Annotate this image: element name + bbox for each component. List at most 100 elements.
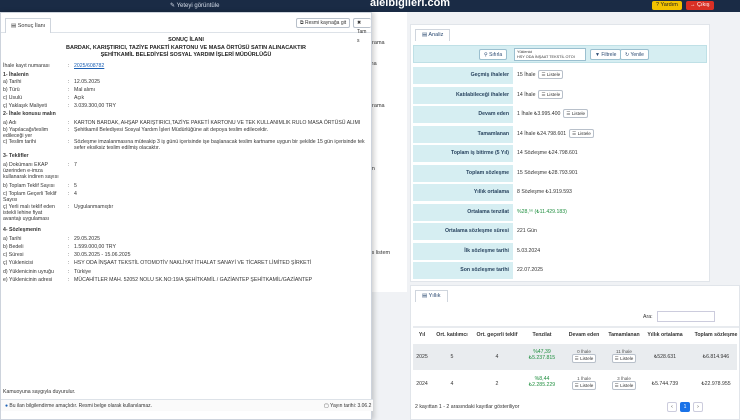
logout-button[interactable]: → Çıkış (686, 1, 714, 10)
row-key: c) Süresi (3, 252, 24, 258)
next-page-button[interactable]: › (693, 402, 703, 412)
row-colon: : (68, 204, 70, 210)
disclaimer: ● Bu ilan bilgilendirme amaçlıdır. Resmi… (5, 403, 152, 409)
tab-yearly[interactable]: ▤ Yıllık (415, 290, 448, 302)
stat-value: 15 İhale (517, 72, 536, 78)
list-button[interactable]: ☰ Listele (611, 381, 637, 390)
row-colon: : (68, 277, 70, 283)
list-button-label: Listele (580, 356, 594, 361)
table-cell: ₺5.744.739 (645, 381, 685, 387)
help-button[interactable]: ? Yardım (652, 1, 682, 10)
prev-page-button[interactable]: ‹ (667, 402, 677, 412)
list-button[interactable]: ☰ Listele (563, 109, 589, 119)
table-cell: 4 (475, 354, 519, 360)
row-colon: : (68, 269, 70, 275)
notice-title: SONUÇ İLANI BARDAK, KARIŞTIRICI, TAZİYE … (1, 37, 371, 60)
tab-label: Sonuç İlanı (17, 23, 46, 29)
row-value: 29.05.2025 (74, 236, 100, 242)
list-button-label: Listele (571, 111, 586, 117)
publish-date-text: Yayın tarihi: 3.06.2 (330, 403, 372, 409)
stat-label: Devam eden (413, 106, 513, 123)
tab-analysis[interactable]: ▤ Analiz (415, 29, 451, 41)
row-key: b) Yapılacağı/teslim edileceği yer (3, 127, 49, 139)
reset-button[interactable]: ⚲ Sıfırla (479, 49, 508, 60)
stat-row: Tamamlanan 14 İhale ₺24.798.601 ☰ Listele (413, 125, 707, 143)
stat-label: İlk sözleşme tarihi (413, 242, 513, 260)
row-value: Mal alımı (74, 87, 96, 93)
list-button[interactable]: ☰ Listele (571, 381, 597, 390)
stat-value-wrap: 15 İhale ☰ Listele (517, 67, 564, 84)
column-header[interactable]: Ort. katılımcı (435, 332, 469, 338)
list-button-label: Listele (546, 91, 561, 97)
row-value: 30.05.2025 - 15.06.2025 (74, 252, 131, 258)
row-key: a) Adı (3, 120, 17, 126)
calendar-icon: ▢ (324, 403, 329, 409)
row-key: c) Teslim tarihi (3, 139, 37, 145)
list-button-label: Listele (577, 130, 591, 136)
cell-value: ₺5.744.739 (651, 381, 679, 387)
closing-text: Kamuoyuna saygıyla duyurulur. (3, 389, 76, 395)
row-key: c) Usulü (3, 95, 23, 101)
stat-value-wrap: 22.07.2025 (517, 262, 543, 279)
stat-row: Son sözleşme tarihi 22.07.2025 (413, 262, 707, 279)
row-key: ç) Yerli malı teklif eden istekli lehine… (3, 204, 55, 222)
table-cell: 4 (435, 381, 469, 387)
logout-label: Çıkış (697, 2, 710, 8)
yearly-table: Yıl Ort. katılımcı Ort. geçerli teklif Tenz… (413, 330, 739, 397)
row-colon: : (68, 87, 70, 93)
reset-label: Sıfırla (489, 52, 503, 58)
discount-amount: ₺2.285.229 (528, 382, 556, 388)
official-source-button[interactable]: ⧉ Resmi kaynağa git (296, 18, 351, 28)
stat-value: 15 Sözleşme ₺28.793.901 (517, 169, 578, 176)
row-key: a) Tarihi (3, 236, 22, 242)
brand-logo[interactable]: aleibiglieri.com (370, 0, 450, 9)
tender-number-link[interactable]: 2025/608782 (74, 63, 366, 69)
table-cell: 0 İhale ☰ Listele (565, 349, 603, 363)
tab-analysis-label: Analiz (428, 32, 444, 38)
stat-label: Toplam iş bitirme (5 Yıl) (413, 145, 513, 162)
cell-value: 2025 (416, 354, 428, 360)
official-source-label: Resmi kaynağa git (304, 20, 347, 26)
row-key: 2- İhale konusu malın (3, 111, 56, 117)
search-input[interactable] (657, 311, 715, 322)
stat-value: 1 İhale ₺3.995.400 (517, 111, 561, 117)
top-bar: ✎ Yeteyi görüntüle aleibiglieri.com ? Ya… (0, 0, 740, 12)
list-button[interactable]: ☰ Listele (569, 128, 594, 138)
column-header[interactable]: Tenzilat (525, 332, 559, 338)
info-icon: ● (5, 403, 9, 409)
stat-label: Ortalama tenzilat (413, 203, 513, 221)
list-button[interactable]: ☰ Listele (611, 354, 637, 363)
table-info: 2 kayıttan 1 - 2 arasındaki kayıtlar gös… (415, 404, 520, 410)
table-cell: ₺528.631 (645, 354, 685, 360)
page-button[interactable]: 1 (680, 402, 690, 412)
column-header[interactable]: Devam eden (565, 332, 603, 338)
column-header[interactable]: Tamamlanan (605, 332, 643, 338)
row-value: Şehitkamil Belediyesi Sosyal Yardım İşle… (74, 127, 269, 133)
list-button[interactable]: ☰ Listele (538, 70, 564, 80)
row-key: 3- Teklifler (3, 153, 29, 159)
list-button[interactable]: ☰ Listele (571, 354, 597, 363)
list-button[interactable]: ☰ Listele (538, 89, 564, 99)
stat-value-wrap: 14 Sözleşme ₺24.798.601 (517, 145, 578, 162)
row-key: e) Yüklenicinin adresi (3, 277, 53, 283)
fullscreen-button[interactable]: ✖ Tam s (353, 18, 371, 44)
tab-result-notice[interactable]: ▤ Sonuç İlanı (5, 18, 52, 33)
cell-value: 2 (495, 381, 499, 387)
cell-value: 4 (450, 381, 454, 387)
column-header[interactable]: Yıllık ortalama (645, 332, 685, 338)
cell-value: 2024 (416, 381, 428, 387)
stat-value: 5.03.2024 (517, 247, 541, 254)
row-value: MÜCAHİTLER MAH. 52052 NOLU SK.NO:19/A ŞE… (74, 277, 313, 283)
filter-button[interactable]: ▼ Filtrele (590, 49, 622, 60)
column-header[interactable]: Ort. geçerli teklif (475, 332, 519, 338)
column-header[interactable]: Toplam sözleşme (693, 332, 739, 338)
stat-value-wrap: 5.03.2024 (517, 243, 540, 260)
contractor-filter-tag[interactable]: Yüklenici HSY ODA İNŞAAT TEKSTİL OTOI (514, 48, 586, 61)
view-link[interactable]: ✎ Yeteyi görüntüle (170, 2, 219, 9)
row-value: 1.599.000,00 TRY (74, 244, 116, 250)
refresh-button[interactable]: ↻ Yenile (620, 49, 649, 60)
column-header[interactable]: Yıl (415, 332, 429, 338)
row-value: Türkiye (74, 269, 92, 275)
filter-bar: ⚲ Sıfırla Yüklenici HSY ODA İNŞAAT TEKST… (413, 45, 707, 63)
stat-value: 14 Sözleşme ₺24.798.601 (517, 150, 578, 156)
